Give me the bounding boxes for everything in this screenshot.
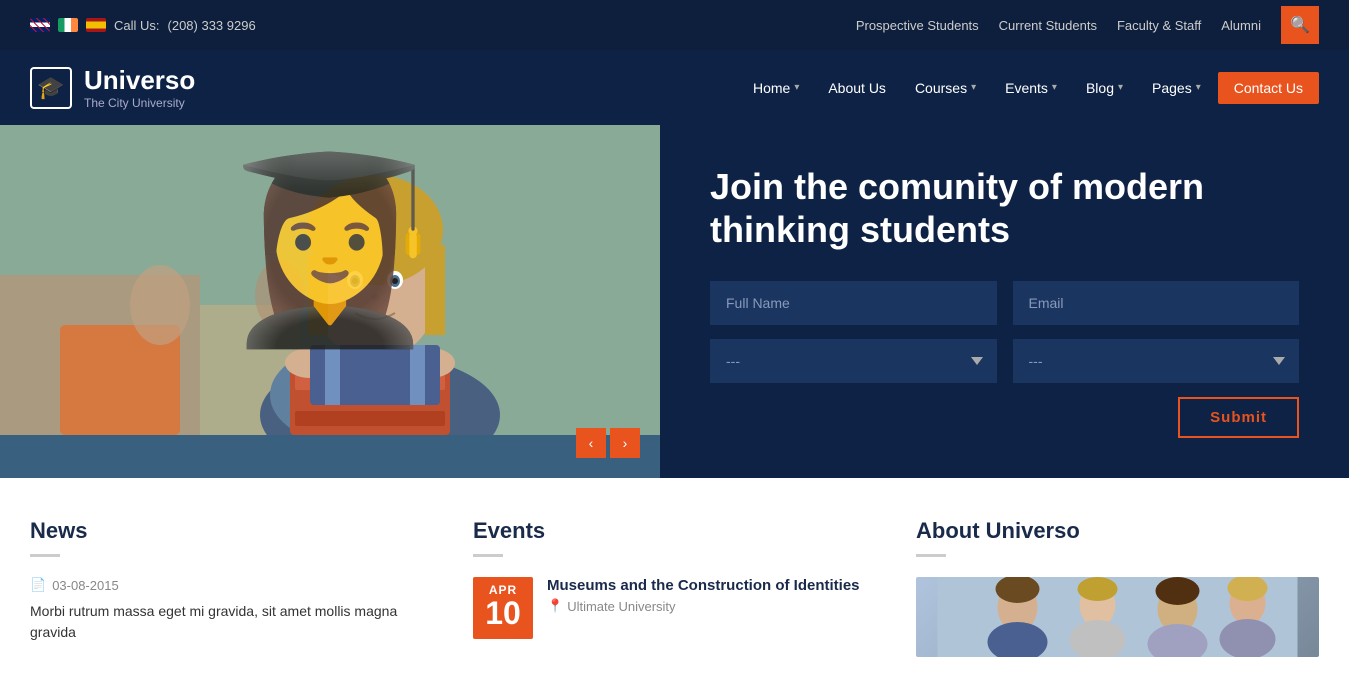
logo[interactable]: 🎓 Universo The City University [30,65,195,110]
chevron-down-icon: ▾ [1118,82,1123,93]
form-row-2: --- --- [710,339,1299,383]
news-date: 📄 03-08-2015 [30,577,433,593]
logo-name: Universo [84,65,195,96]
logo-subtitle: The City University [84,96,195,110]
nav-blog[interactable]: Blog ▾ [1074,72,1135,104]
about-image [916,577,1319,657]
about-divider [916,554,946,557]
submit-button[interactable]: Submit [1178,397,1299,438]
full-name-input[interactable] [710,281,997,325]
hero-next-button[interactable]: › [610,428,640,458]
about-title: About Universo [916,518,1319,544]
hero-image: ‹ › [0,125,660,478]
nav-pages[interactable]: Pages ▾ [1140,72,1213,104]
bottom-sections: News 📄 03-08-2015 Morbi rutrum massa ege… [0,478,1349,677]
prospective-students-link[interactable]: Prospective Students [856,18,979,33]
chevron-down-icon: ▾ [794,82,799,93]
event-info: Museums and the Construction of Identiti… [547,577,876,614]
event-location: 📍 Ultimate University [547,598,876,614]
events-section: Events APR 10 Museums and the Constructi… [473,518,876,657]
form-actions: Submit [710,397,1299,438]
news-text: Morbi rutrum massa eget mi gravida, sit … [30,601,433,643]
main-nav: Home ▾ About Us Courses ▾ Events ▾ Blog … [741,72,1319,104]
faculty-staff-link[interactable]: Faculty & Staff [1117,18,1201,33]
calendar-icon: 📄 [30,577,46,593]
event-title: Museums and the Construction of Identiti… [547,577,876,594]
hero-section: ‹ › Join the comunity of modern thinking… [0,125,1349,478]
nav-contact[interactable]: Contact Us [1218,72,1319,104]
nav-events[interactable]: Events ▾ [993,72,1069,104]
current-students-link[interactable]: Current Students [999,18,1097,33]
flag-ie[interactable] [58,18,78,32]
dropdown-1[interactable]: --- [710,339,997,383]
flag-es[interactable] [86,18,106,32]
event-date-box: APR 10 [473,577,533,639]
search-icon: 🔍 [1290,15,1310,35]
header: 🎓 Universo The City University Home ▾ Ab… [0,50,1349,125]
chevron-down-icon: ▾ [971,82,976,93]
about-section: About Universo [916,518,1319,657]
logo-icon: 🎓 [30,67,72,109]
chevron-down-icon: ▾ [1196,82,1201,93]
search-button[interactable]: 🔍 [1281,6,1319,44]
hero-nav-buttons: ‹ › [576,428,640,458]
nav-about[interactable]: About Us [816,72,898,104]
events-title: Events [473,518,876,544]
top-bar-right: Prospective Students Current Students Fa… [856,6,1319,44]
events-divider [473,554,503,557]
hero-photo [0,125,660,435]
top-bar: Call Us: (208) 333 9296 Prospective Stud… [0,0,1349,50]
alumni-link[interactable]: Alumni [1221,18,1261,33]
nav-home[interactable]: Home ▾ [741,72,811,104]
chevron-down-icon: ▾ [1052,82,1057,93]
form-row-1 [710,281,1299,325]
graduation-icon: 🎓 [37,75,64,101]
news-section: News 📄 03-08-2015 Morbi rutrum massa ege… [30,518,433,657]
hero-form-area: Join the comunity of modern thinking stu… [660,125,1349,478]
news-divider [30,554,60,557]
logo-text: Universo The City University [84,65,195,110]
flag-uk[interactable] [30,18,50,32]
event-item: APR 10 Museums and the Construction of I… [473,577,876,639]
hero-title: Join the comunity of modern thinking stu… [710,165,1299,251]
email-input[interactable] [1013,281,1300,325]
phone-number: (208) 333 9296 [168,18,256,33]
event-day: 10 [483,597,523,629]
location-icon: 📍 [547,598,563,614]
top-bar-left: Call Us: (208) 333 9296 [30,18,256,33]
call-label: Call Us: [114,18,160,33]
hero-prev-button[interactable]: ‹ [576,428,606,458]
nav-courses[interactable]: Courses ▾ [903,72,988,104]
dropdown-2[interactable]: --- [1013,339,1300,383]
news-title: News [30,518,433,544]
